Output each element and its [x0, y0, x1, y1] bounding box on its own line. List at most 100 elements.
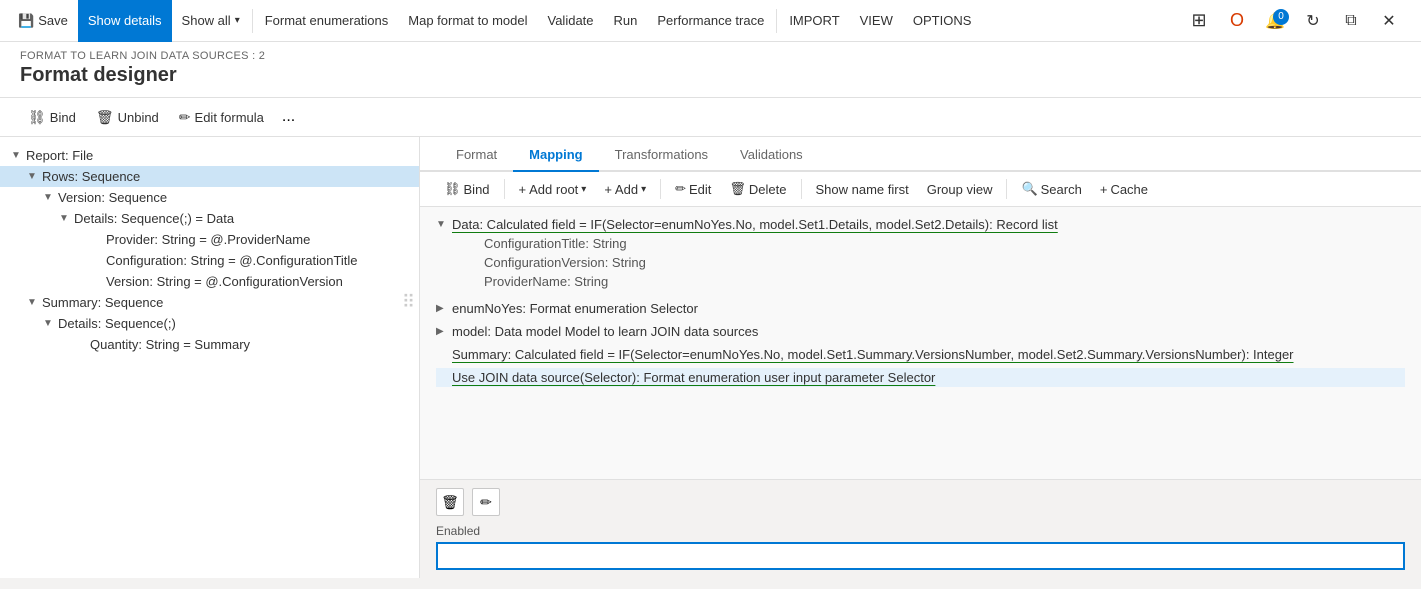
- ds-label-provider-name: ProviderName: String: [484, 274, 608, 289]
- group-view-button[interactable]: Group view: [919, 179, 1001, 200]
- delete-button[interactable]: 🗑 Delete: [721, 178, 794, 200]
- show-details-button[interactable]: Show details: [78, 0, 172, 42]
- mapping-toolbar: ⛓ Bind + Add root ▾ + Add ▾ ✏ Edit 🗑 Del…: [420, 172, 1421, 207]
- ds-item-summary-calc[interactable]: Summary: Calculated field = IF(Selector=…: [436, 345, 1405, 364]
- tree-label-details: Details: Sequence(;) = Data: [72, 211, 234, 226]
- map-format-to-model-button[interactable]: Map format to model: [398, 0, 537, 42]
- tree-label-summary: Summary: Sequence: [40, 295, 163, 310]
- tree-item-configuration[interactable]: Configuration: String = @.ConfigurationT…: [0, 250, 419, 271]
- bottom-edit-icon: ✏: [480, 494, 492, 511]
- tree-arrow-report[interactable]: [8, 150, 24, 161]
- tree-item-quantity[interactable]: Quantity: String = Summary: [0, 334, 419, 355]
- import-button[interactable]: IMPORT: [779, 0, 849, 42]
- ds-item-enum[interactable]: enumNoYes: Format enumeration Selector: [436, 299, 1405, 318]
- ds-item-cfg-title[interactable]: ConfigurationTitle: String: [484, 234, 1405, 253]
- ds-label-cfg-version: ConfigurationVersion: String: [484, 255, 646, 270]
- search-icon: 🔍: [1021, 181, 1037, 197]
- ds-name-enum: enumNoYes: Format enumeration Selector: [452, 301, 698, 316]
- ds-children-data: ConfigurationTitle: String Configuration…: [452, 232, 1405, 293]
- tree-item-details2[interactable]: Details: Sequence(;): [0, 313, 419, 334]
- show-name-first-button[interactable]: Show name first: [808, 179, 917, 200]
- show-all-button[interactable]: Show all ▾: [172, 0, 250, 42]
- ds-arrow-model[interactable]: [436, 326, 452, 337]
- office-icon-button[interactable]: O: [1221, 5, 1253, 37]
- tree-label-report: Report: File: [24, 148, 93, 163]
- ds-name-model: model: Data model Model to learn JOIN da…: [452, 324, 758, 339]
- tree-arrow-summary[interactable]: [24, 297, 40, 308]
- ds-content-model: model: Data model Model to learn JOIN da…: [452, 324, 1405, 339]
- ds-item-use-join[interactable]: Use JOIN data source(Selector): Format e…: [436, 368, 1405, 387]
- add-button[interactable]: + Add ▾: [596, 179, 654, 200]
- tab-validations[interactable]: Validations: [724, 137, 819, 172]
- tree-item-summary[interactable]: Summary: Sequence ⠿: [0, 292, 419, 313]
- enabled-label: Enabled: [436, 524, 1405, 538]
- add-root-button[interactable]: + Add root ▾: [511, 179, 595, 200]
- notification-button[interactable]: 🔔 0: [1259, 5, 1291, 37]
- map-sep-4: [1006, 179, 1007, 199]
- tree-item-version[interactable]: Version: Sequence: [0, 187, 419, 208]
- format-enumerations-button[interactable]: Format enumerations: [255, 0, 399, 42]
- delete-icon: 🗑: [729, 181, 746, 197]
- ds-item-model[interactable]: model: Data model Model to learn JOIN da…: [436, 322, 1405, 341]
- save-button[interactable]: 💾 Save: [8, 0, 78, 42]
- enabled-input[interactable]: [436, 542, 1405, 570]
- search-button[interactable]: 🔍 Search: [1013, 178, 1089, 200]
- ds-content-summary-calc: Summary: Calculated field = IF(Selector=…: [452, 347, 1405, 362]
- popout-button[interactable]: ⧉: [1335, 5, 1367, 37]
- more-button[interactable]: ...: [276, 104, 301, 130]
- performance-trace-button[interactable]: Performance trace: [647, 0, 774, 42]
- bottom-delete-button[interactable]: 🗑: [436, 488, 464, 516]
- grid-icon-button[interactable]: ⊞: [1183, 5, 1215, 37]
- drag-handle: ⠿: [402, 292, 415, 313]
- validate-button[interactable]: Validate: [538, 0, 604, 42]
- view-button[interactable]: VIEW: [850, 0, 903, 42]
- ds-arrow-enum[interactable]: [436, 303, 452, 314]
- ds-arrow-data[interactable]: [436, 219, 452, 230]
- tree-item-provider[interactable]: Provider: String = @.ProviderName: [0, 229, 419, 250]
- right-panel: Format Mapping Transformations Validatio…: [420, 137, 1421, 578]
- cache-button[interactable]: + Cache: [1092, 179, 1156, 200]
- ds-name-summary-calc: Summary: Calculated field = IF(Selector=…: [452, 347, 1294, 362]
- datasource-tree: Data: Calculated field = IF(Selector=enu…: [420, 207, 1421, 479]
- close-button[interactable]: ✕: [1373, 5, 1405, 37]
- bottom-edit-button[interactable]: ✏: [472, 488, 500, 516]
- tree-item-report[interactable]: Report: File: [0, 145, 419, 166]
- ds-item-cfg-version[interactable]: ConfigurationVersion: String: [484, 253, 1405, 272]
- top-nav: 💾 Save Show details Show all ▾ Format en…: [0, 0, 1421, 42]
- tree-item-rows[interactable]: Rows: Sequence: [0, 166, 419, 187]
- tree-arrow-details2[interactable]: [40, 318, 56, 329]
- tree-item-version2[interactable]: Version: String = @.ConfigurationVersion: [0, 271, 419, 292]
- map-bind-icon: ⛓: [444, 181, 461, 197]
- bind-button[interactable]: ⛓ Bind: [20, 105, 84, 130]
- nav-icon-group: ⊞ O 🔔 0 ↻ ⧉ ✕: [1175, 5, 1413, 37]
- map-bind-button[interactable]: ⛓ Bind: [436, 178, 498, 200]
- ds-content-enum: enumNoYes: Format enumeration Selector: [452, 301, 1405, 316]
- tab-mapping[interactable]: Mapping: [513, 137, 598, 172]
- unbind-button[interactable]: 🗑 Unbind: [88, 105, 167, 130]
- tree-label-details2: Details: Sequence(;): [56, 316, 176, 331]
- unbind-icon: 🗑: [96, 109, 114, 126]
- run-button[interactable]: Run: [604, 0, 648, 42]
- tab-transformations[interactable]: Transformations: [599, 137, 724, 172]
- page-header: FORMAT TO LEARN JOIN DATA SOURCES : 2 Fo…: [0, 42, 1421, 98]
- nav-separator-1: [252, 9, 253, 33]
- bottom-toolbar: 🗑 ✏: [436, 488, 1405, 516]
- edit-formula-button[interactable]: ✏ Edit formula: [171, 105, 272, 130]
- refresh-button[interactable]: ↻: [1297, 5, 1329, 37]
- tree-item-details[interactable]: Details: Sequence(;) = Data: [0, 208, 419, 229]
- tree-arrow-version[interactable]: [40, 192, 56, 203]
- tree-arrow-rows[interactable]: [24, 171, 40, 182]
- options-button[interactable]: OPTIONS: [903, 0, 982, 42]
- edit-formula-icon: ✏: [179, 109, 191, 126]
- show-all-caret-icon: ▾: [235, 15, 240, 26]
- ds-name-data: Data: Calculated field = IF(Selector=enu…: [452, 217, 1058, 232]
- edit-button[interactable]: ✏ Edit: [667, 178, 719, 200]
- ds-item-data[interactable]: Data: Calculated field = IF(Selector=enu…: [436, 215, 1405, 295]
- map-sep-3: [801, 179, 802, 199]
- map-sep-1: [504, 179, 505, 199]
- ds-item-provider-name[interactable]: ProviderName: String: [484, 272, 1405, 291]
- tree-arrow-details[interactable]: [56, 213, 72, 224]
- bottom-panel: 🗑 ✏ Enabled: [420, 479, 1421, 578]
- ds-content-data: Data: Calculated field = IF(Selector=enu…: [452, 217, 1405, 293]
- tab-format[interactable]: Format: [440, 137, 513, 172]
